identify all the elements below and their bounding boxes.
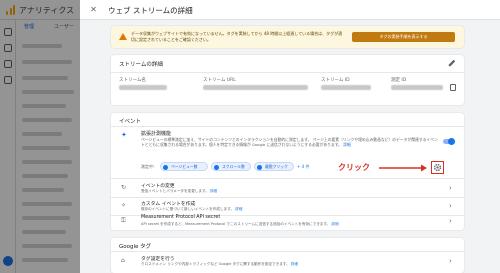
tag-settings-row[interactable]: ⌂ タグ設定を行う クロスドメイン リンクや内部トラフィックなど Google … <box>111 252 464 271</box>
stream-details-card: ストリームの詳細 ストリーム名 ストリーム URL ストリーム ID 測定 ID <box>111 55 464 105</box>
page-views-icon <box>163 164 168 170</box>
panel-header: ✕ ウェブ ストリームの詳細 <box>80 0 500 20</box>
chevron-right-icon: › <box>449 184 452 192</box>
stream-id-label: ストリーム ID <box>321 78 350 83</box>
warning-icon <box>119 33 127 40</box>
events-card: イベント ✦ 拡張計測機能 ページビューの標準測定に加え、サイトのコンテンツとの… <box>111 113 464 230</box>
enhanced-measurement-toggle[interactable] <box>443 137 455 145</box>
tag-settings-description: クロスドメイン リンクや内部トラフィックなど Google タグに関する動作を設… <box>141 262 298 266</box>
stream-details-panel: ✕ ウェブ ストリームの詳細 データ収集がウェブサイトで有効になっていません。タ… <box>80 0 500 273</box>
chevron-right-icon: › <box>449 217 452 225</box>
more-events-link[interactable]: + 4 件 <box>297 164 309 170</box>
click-annotation: クリック <box>338 163 370 172</box>
scroll-icon <box>214 164 219 170</box>
modify-event-learn-more[interactable]: 詳細 <box>210 189 217 193</box>
tag-icon: ⌂ <box>121 257 125 264</box>
sparkle-icon: ✦ <box>121 131 127 139</box>
click-icon <box>257 164 262 170</box>
measurement-protocol-title: Measurement Protocol API secret <box>141 215 221 220</box>
measurement-protocol-learn-more[interactable]: 詳細 <box>331 222 338 226</box>
google-tag-title: Google タグ <box>119 244 152 250</box>
stream-url-label: ストリーム URL <box>203 78 236 83</box>
modify-event-icon: ↻ <box>121 184 127 191</box>
modify-event-description: 受信イベントとパラメータを変更します。 詳細 <box>141 189 218 193</box>
chip-outbound-clicks: 離脱クリック <box>254 162 294 171</box>
chevron-right-icon: › <box>449 202 452 210</box>
data-collection-warning: データ収集がウェブサイトで有効になっていません。タグを実装してから 48 時間以… <box>111 26 464 48</box>
modify-event-row[interactable]: ↻ イベントの変更 受信イベントとパラメータを変更します。 詳細 › <box>111 179 464 198</box>
stream-url-value-redacted <box>203 85 308 90</box>
stream-name-label: ストリーム名 <box>119 78 146 83</box>
chip-scrolls: スクロール数 <box>211 162 251 171</box>
gear-icon <box>433 163 442 172</box>
enhanced-measurement-settings-button[interactable] <box>431 161 444 174</box>
create-event-learn-more[interactable]: 詳細 <box>235 207 242 211</box>
stream-id-value-redacted <box>321 85 371 90</box>
measurement-protocol-row[interactable]: ⚿ Measurement Protocol API secret API se… <box>111 212 464 231</box>
stream-name-value-redacted <box>119 85 167 90</box>
google-tag-card: Google タグ ⌂ タグ設定を行う クロスドメイン リンクや内部トラフィック… <box>111 238 464 273</box>
enhanced-measurement-title: 拡張計測機能 <box>141 131 172 137</box>
annotation-arrow-icon <box>379 164 427 172</box>
create-event-icon: ✧ <box>121 202 127 209</box>
tag-settings-title: タグ設定を行う <box>141 257 175 262</box>
measurement-id-label: 測定 ID <box>391 78 407 83</box>
modify-event-title: イベントの変更 <box>141 184 175 189</box>
copy-icon[interactable] <box>450 84 456 91</box>
close-icon[interactable]: ✕ <box>87 3 100 16</box>
pencil-icon[interactable] <box>448 59 456 67</box>
warning-text: データ収集がウェブサイトで有効になっていません。タグを実装してから 48 時間以… <box>131 31 343 42</box>
tag-settings-learn-more[interactable]: 詳細 <box>291 262 298 266</box>
enhanced-measurement-learn-more-link[interactable]: 詳細 <box>343 142 351 147</box>
measured-label: 測定中： <box>141 164 157 169</box>
measurement-id-value-redacted <box>391 85 443 90</box>
events-title: イベント <box>119 119 142 125</box>
enhanced-measurement-description: ページビューの標準測定に加え、サイトのコンテンツとのインタラクションを自動的に測… <box>141 137 438 147</box>
chevron-right-icon: › <box>449 257 452 265</box>
view-tag-instructions-button[interactable]: タグの実装手順を表示する <box>352 32 455 42</box>
chip-page-views: ページビュー数 <box>160 162 208 171</box>
stream-details-title: ストリームの詳細 <box>119 62 163 68</box>
key-icon: ⚿ <box>121 217 126 224</box>
panel-title: ウェブ ストリームの詳細 <box>108 6 193 15</box>
measurement-protocol-description: API secret を作成すると、Measurement Protocol で… <box>141 222 339 226</box>
create-event-title: カスタム イベントを作成 <box>141 202 196 207</box>
